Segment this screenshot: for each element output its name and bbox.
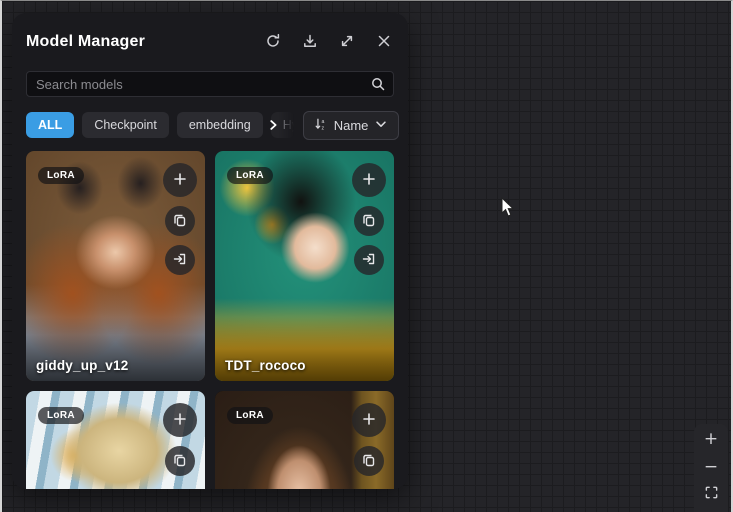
import-icon (172, 251, 188, 270)
load-workflow-button[interactable] (354, 245, 384, 275)
card-actions (352, 163, 386, 275)
chevron-right-icon[interactable] (266, 118, 280, 132)
copy-icon (172, 212, 188, 231)
model-card-giddy-up-v12[interactable]: LoRA (26, 151, 205, 381)
filter-all[interactable]: ALL (26, 112, 74, 138)
expand-button[interactable] (337, 32, 357, 52)
copy-icon (361, 212, 377, 231)
download-icon (302, 33, 318, 52)
filter-bar: ALL Checkpoint embedding Hypernetwork a … (26, 111, 394, 139)
expand-icon (339, 33, 355, 52)
copy-button[interactable] (165, 446, 195, 476)
model-type-badge: LoRA (38, 407, 84, 424)
node-canvas[interactable]: Model Manager (0, 0, 733, 512)
copy-button[interactable] (354, 446, 384, 476)
sort-dropdown[interactable]: a z Name (303, 111, 400, 140)
filter-embedding[interactable]: embedding (177, 112, 263, 138)
search-icon (370, 76, 386, 92)
model-card-tdt-rococo[interactable]: LoRA (215, 151, 394, 381)
copy-button[interactable] (354, 206, 384, 236)
close-icon (376, 33, 392, 52)
add-node-button[interactable] (352, 403, 386, 437)
plus-icon (172, 411, 188, 430)
copy-icon (361, 452, 377, 471)
plus-icon (361, 171, 377, 190)
canvas-zoom-toolbar: + − (694, 424, 728, 512)
search-box (26, 71, 394, 97)
panel-title: Model Manager (26, 33, 246, 51)
model-card-grid: LoRA (26, 151, 394, 489)
add-node-button[interactable] (352, 163, 386, 197)
plus-icon (172, 171, 188, 190)
zoom-in-button[interactable]: + (697, 426, 725, 452)
copy-button[interactable] (165, 206, 195, 236)
search-input[interactable] (26, 71, 394, 97)
add-node-button[interactable] (163, 403, 197, 437)
svg-text:z: z (321, 125, 324, 131)
model-name: giddy_up_v12 (36, 358, 128, 373)
mouse-cursor (501, 197, 516, 218)
sort-label: Name (334, 118, 369, 133)
svg-text:a: a (321, 119, 324, 125)
model-type-badge: LoRA (227, 167, 273, 184)
model-type-badge: LoRA (227, 407, 273, 424)
refresh-button[interactable] (263, 32, 283, 52)
zoom-out-button[interactable]: − (697, 454, 725, 480)
model-manager-panel: Model Manager (12, 13, 408, 489)
model-card-4[interactable]: LoRA (215, 391, 394, 489)
copy-icon (172, 452, 188, 471)
card-actions (163, 403, 197, 476)
close-button[interactable] (374, 32, 394, 52)
chevron-down-icon (374, 117, 388, 134)
import-icon (361, 251, 377, 270)
card-actions (163, 163, 197, 275)
filter-checkpoint[interactable]: Checkpoint (82, 112, 169, 138)
add-node-button[interactable] (163, 163, 197, 197)
model-name: TDT_rococo (225, 358, 306, 373)
download-button[interactable] (300, 32, 320, 52)
model-type-badge: LoRA (38, 167, 84, 184)
model-card-3[interactable]: LoRA (26, 391, 205, 489)
sort-alpha-icon: a z (314, 117, 328, 134)
plus-icon (361, 411, 377, 430)
refresh-icon (265, 33, 281, 52)
panel-header: Model Manager (26, 29, 394, 55)
fit-view-button[interactable] (697, 482, 725, 508)
card-actions (352, 403, 386, 476)
load-workflow-button[interactable] (165, 245, 195, 275)
fit-view-icon (704, 485, 719, 505)
